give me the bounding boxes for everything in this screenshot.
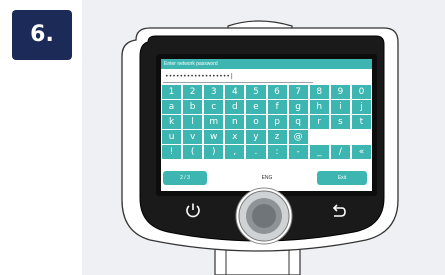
- keyboard-key[interactable]: 6: [267, 85, 287, 99]
- keyboard-key[interactable]: 5: [246, 85, 266, 99]
- keyboard-key[interactable]: g: [288, 100, 308, 114]
- keyboard-key[interactable]: c: [204, 100, 224, 114]
- keyboard-key[interactable]: f: [267, 100, 287, 114]
- keyboard-key[interactable]: o: [246, 115, 266, 129]
- back-arrow-icon: [332, 204, 346, 217]
- keyboard-key[interactable]: _: [309, 145, 329, 159]
- power-icon: [186, 203, 200, 218]
- keyboard-key[interactable]: 3: [204, 85, 224, 99]
- keyboard-key[interactable]: t: [351, 115, 371, 129]
- power-button[interactable]: [178, 196, 208, 226]
- keyboard-key[interactable]: i: [330, 100, 350, 114]
- keyboard-key-blank: [351, 130, 371, 144]
- keyboard-key[interactable]: .: [246, 145, 266, 159]
- keyboard-key[interactable]: h: [309, 100, 329, 114]
- back-button[interactable]: [324, 196, 354, 226]
- keyboard-key[interactable]: e: [246, 100, 266, 114]
- device-screen: Enter network password •••••••••••••••••…: [161, 59, 372, 191]
- keyboard-key[interactable]: !: [162, 145, 182, 159]
- screen-title: Enter network password: [161, 59, 372, 69]
- keyboard-key[interactable]: y: [246, 130, 266, 144]
- keyboard-key[interactable]: a: [162, 100, 182, 114]
- keyboard-key[interactable]: n: [225, 115, 245, 129]
- keyboard-key[interactable]: 2: [183, 85, 203, 99]
- keyboard-key[interactable]: 7: [288, 85, 308, 99]
- keyboard-key[interactable]: 9: [330, 85, 350, 99]
- keyboard-key[interactable]: :: [267, 145, 287, 159]
- keyboard-key[interactable]: (: [183, 145, 203, 159]
- keyboard-key[interactable]: 8: [309, 85, 329, 99]
- keyboard-key[interactable]: -: [288, 145, 308, 159]
- keyboard-key[interactable]: «: [351, 145, 371, 159]
- keyboard-key[interactable]: 1: [162, 85, 182, 99]
- keyboard-key[interactable]: ): [204, 145, 224, 159]
- keyboard-key[interactable]: x: [225, 130, 245, 144]
- keyboard-key[interactable]: r: [309, 115, 329, 129]
- keyboard-key[interactable]: d: [225, 100, 245, 114]
- keyboard-key-blank: [309, 130, 329, 144]
- keyboard-key[interactable]: u: [162, 130, 182, 144]
- keyboard-key-blank: [330, 130, 350, 144]
- exit-button[interactable]: Exit: [317, 171, 367, 185]
- keyboard-key[interactable]: l: [183, 115, 203, 129]
- keyboard-key[interactable]: 0: [351, 85, 371, 99]
- keyboard-key[interactable]: b: [183, 100, 203, 114]
- keyboard-key[interactable]: j: [351, 100, 371, 114]
- keyboard-key[interactable]: @: [288, 130, 308, 144]
- keyboard-key[interactable]: z: [267, 130, 287, 144]
- page-indicator-button[interactable]: 2 / 3: [163, 171, 207, 185]
- keyboard-key[interactable]: m: [204, 115, 224, 129]
- keyboard-key[interactable]: w: [204, 130, 224, 144]
- keyboard-key[interactable]: /: [330, 145, 350, 159]
- keyboard-key[interactable]: s: [330, 115, 350, 129]
- keyboard-key[interactable]: 4: [225, 85, 245, 99]
- keyboard-key[interactable]: q: [288, 115, 308, 129]
- language-label: ENG: [261, 175, 273, 181]
- password-input[interactable]: ••••••••••••••••••|: [163, 71, 313, 83]
- jog-dial[interactable]: [234, 186, 294, 246]
- keyboard-key[interactable]: p: [267, 115, 287, 129]
- keyboard-key[interactable]: ,: [225, 145, 245, 159]
- on-screen-keyboard: 1 2 3 4 5 6 7 8 9 0 a b c d e f g h i j k l m n o p q r s t u v w x y z @!()…: [161, 85, 372, 159]
- keyboard-key[interactable]: v: [183, 130, 203, 144]
- keyboard-key[interactable]: k: [162, 115, 182, 129]
